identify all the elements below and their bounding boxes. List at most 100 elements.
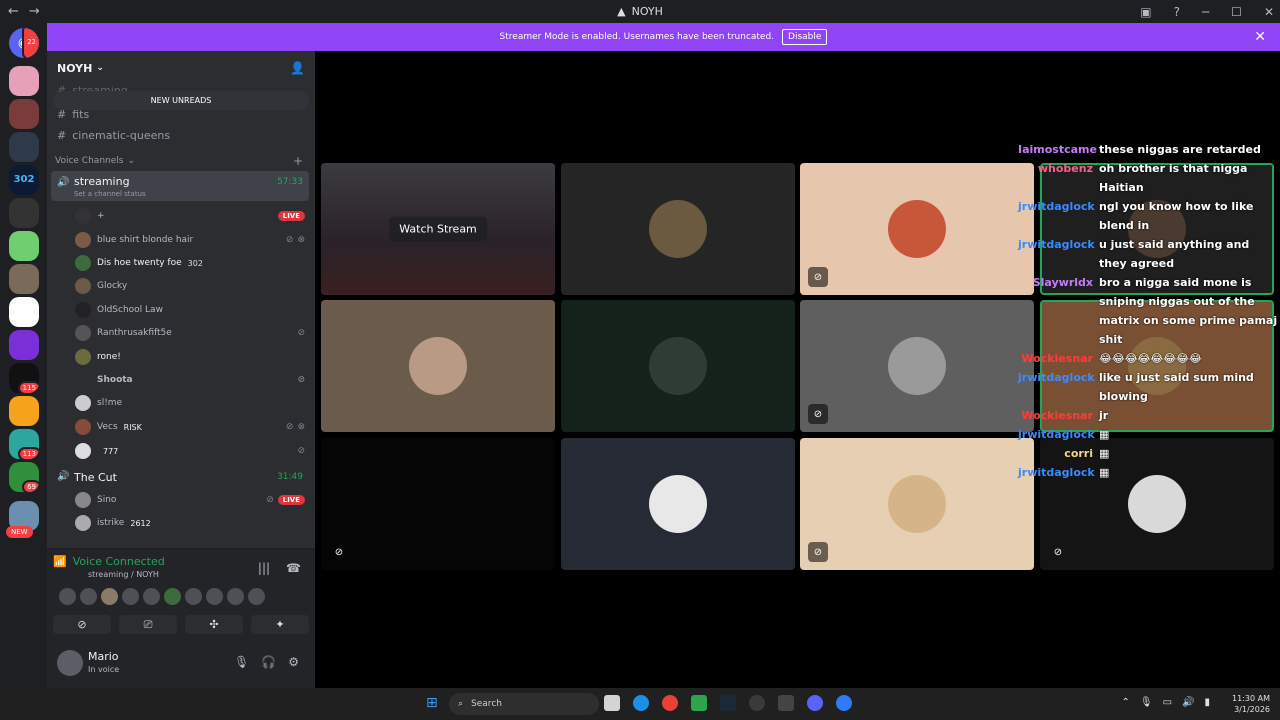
signal-icon[interactable]: 📶 [53,555,67,568]
avatar[interactable] [206,588,223,605]
participant-tile[interactable]: ⊘ [321,438,555,570]
edge-icon[interactable] [633,695,649,711]
camera-off-button[interactable]: ⊘ [53,615,111,634]
new-badge[interactable]: NEW [6,526,33,538]
voice-member[interactable]: sl!me [75,392,305,414]
soundboard-button[interactable]: ✦ [251,615,309,634]
server-icon[interactable] [9,198,39,228]
voice-member[interactable]: + LIVE [75,205,305,227]
avatar[interactable] [185,588,202,605]
add-channel-icon[interactable]: + [293,154,303,168]
voice-member[interactable]: Ranthrusakfift5e ⊘ [75,322,305,344]
help-icon[interactable]: ? [1174,5,1180,19]
voice-member[interactable]: istrike 2612 [75,512,305,534]
channel-fits[interactable]: # fits [57,108,89,121]
share-screen-button[interactable]: ⎚ [119,615,177,634]
voice-member[interactable]: rone! [75,346,305,368]
server-icon[interactable] [9,330,39,360]
inbox-icon[interactable]: ▣ [1140,5,1151,19]
stream-tile[interactable]: Watch Stream [321,163,555,295]
back-arrow-icon[interactable]: ← [8,4,19,19]
avatar[interactable] [57,650,83,676]
chevron-up-icon[interactable]: ⌃ [1121,697,1129,708]
server-icon[interactable]: 115 [9,363,39,393]
avatar[interactable] [227,588,244,605]
microphone-icon[interactable]: 🎙 [1140,697,1153,708]
voice-connected-label[interactable]: Voice Connected [73,555,165,568]
category-voice-channels[interactable]: Voice Channels ⌄ [55,156,135,166]
volume-icon[interactable]: 🔊 [1182,697,1194,708]
chat-message: Slaywrldx bro a nigga said mone is snipin… [1018,273,1280,349]
activities-button[interactable]: ✣ [185,615,243,634]
voice-member[interactable]: 777 ⊘ [75,440,305,462]
monitor-icon[interactable]: ▭ [1163,697,1172,708]
server-icon[interactable]: 69 [9,462,39,492]
server-icon[interactable]: 302 [9,165,39,195]
voice-member[interactable]: OldSchool Law [75,299,305,321]
participant-tile[interactable] [561,300,795,432]
new-unreads-pill[interactable]: NEW UNREADS [53,91,309,110]
participant-tile[interactable]: ⊘ [800,163,1034,295]
home-discord-icon[interactable]: ◉ 22 [9,28,39,58]
voice-channel-streaming[interactable]: 🔊 streaming Set a channel status 57:33 [51,171,309,201]
headphones-icon[interactable]: 🎧 [261,655,276,669]
participant-tile[interactable]: ⊘ [800,438,1034,570]
voice-member[interactable]: Shoota ⊘ [75,369,305,391]
participant-tile[interactable]: ⊘ [800,300,1034,432]
participant-tile[interactable] [321,300,555,432]
minimize-icon[interactable]: ─ [1202,5,1209,19]
server-header[interactable]: NOYH ⌄ 👤 [47,51,315,85]
avatar[interactable] [164,588,181,605]
camera-off-icon: ⊘ [808,542,828,562]
maximize-icon[interactable]: ☐ [1231,5,1242,19]
voice-location[interactable]: streaming / NOYH [88,570,159,579]
gear-icon[interactable]: ⚙ [288,655,299,669]
channel-cinematic-queens[interactable]: # cinematic-queens [57,129,170,142]
server-icon[interactable] [9,396,39,426]
app-icon[interactable] [836,695,852,711]
server-icon[interactable] [9,99,39,129]
close-icon[interactable]: ✕ [1254,29,1266,45]
server-icon[interactable] [9,231,39,261]
battery-icon[interactable]: ▮ [1204,697,1210,708]
voice-member[interactable]: Glocky [75,275,305,297]
close-window-icon[interactable]: ✕ [1264,5,1274,19]
taskbar-search[interactable]: ⌕ Search [449,693,599,715]
server-icon[interactable] [9,66,39,96]
forward-arrow-icon[interactable]: → [29,4,40,19]
clock[interactable]: 11:30 AM 3/1/2026 [1232,693,1270,715]
microphone-icon[interactable]: 🎙 [234,655,249,669]
file-explorer-icon[interactable] [604,695,620,711]
voice-channel-the-cut[interactable]: 🔊 The Cut 31:49 [51,467,309,489]
windows-start-icon[interactable]: ⊞ [426,695,442,711]
participant-tile[interactable] [561,438,795,570]
server-icon[interactable]: 113 [9,429,39,459]
voice-member[interactable]: Sino ⊘ LIVE [75,489,305,511]
avatar[interactable] [143,588,160,605]
server-icon[interactable] [9,264,39,294]
avatar[interactable] [59,588,76,605]
noise-suppression-icon[interactable]: ||| [258,561,270,575]
voice-member[interactable]: Vecs RISK ⊘ ⊗ [75,416,305,438]
username[interactable]: Mario [88,650,119,663]
watch-stream-button[interactable]: Watch Stream [389,216,487,242]
add-member-icon[interactable]: 👤 [290,61,305,75]
steam-icon[interactable] [720,695,736,711]
app-icon[interactable] [691,695,707,711]
avatar[interactable] [122,588,139,605]
chat-text: jr [1099,409,1109,422]
avatar[interactable] [80,588,97,605]
server-icon[interactable] [9,132,39,162]
disconnect-icon[interactable]: ☎ [286,561,301,575]
server-icon[interactable] [9,297,39,327]
app-icon[interactable] [778,695,794,711]
disable-button[interactable]: Disable [782,29,828,45]
app-icon[interactable] [749,695,765,711]
avatar[interactable] [101,588,118,605]
voice-member[interactable]: blue shirt blonde hair ⊘ ⊗ [75,229,305,251]
participant-tile[interactable] [561,163,795,295]
chrome-icon[interactable] [662,695,678,711]
voice-member[interactable]: Dis hoe twenty foe 302 [75,252,305,274]
discord-icon[interactable] [807,695,823,711]
avatar[interactable] [248,588,265,605]
